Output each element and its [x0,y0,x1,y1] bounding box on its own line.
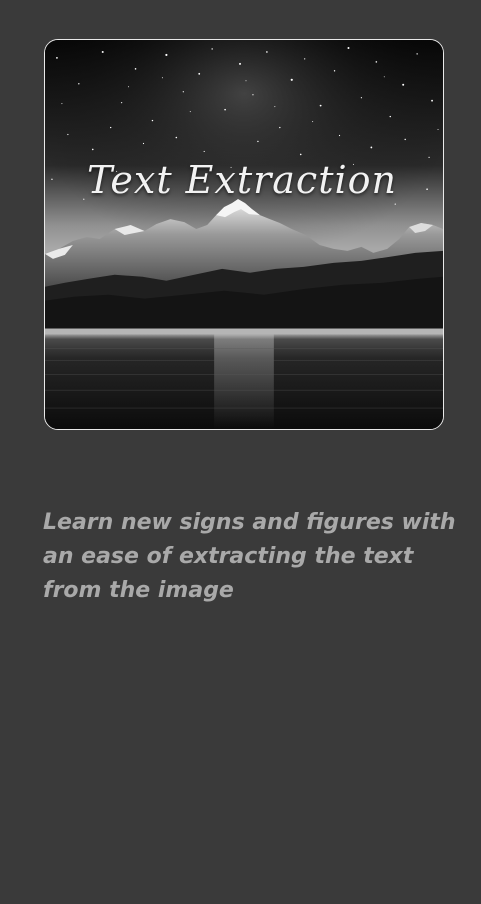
starry-mountain-lake-image [45,40,443,429]
hero-image-card: Text Extraction [44,39,444,430]
feature-description: Learn new signs and figures with an ease… [43,510,456,603]
hero-image-title: Text Extraction [87,158,397,202]
